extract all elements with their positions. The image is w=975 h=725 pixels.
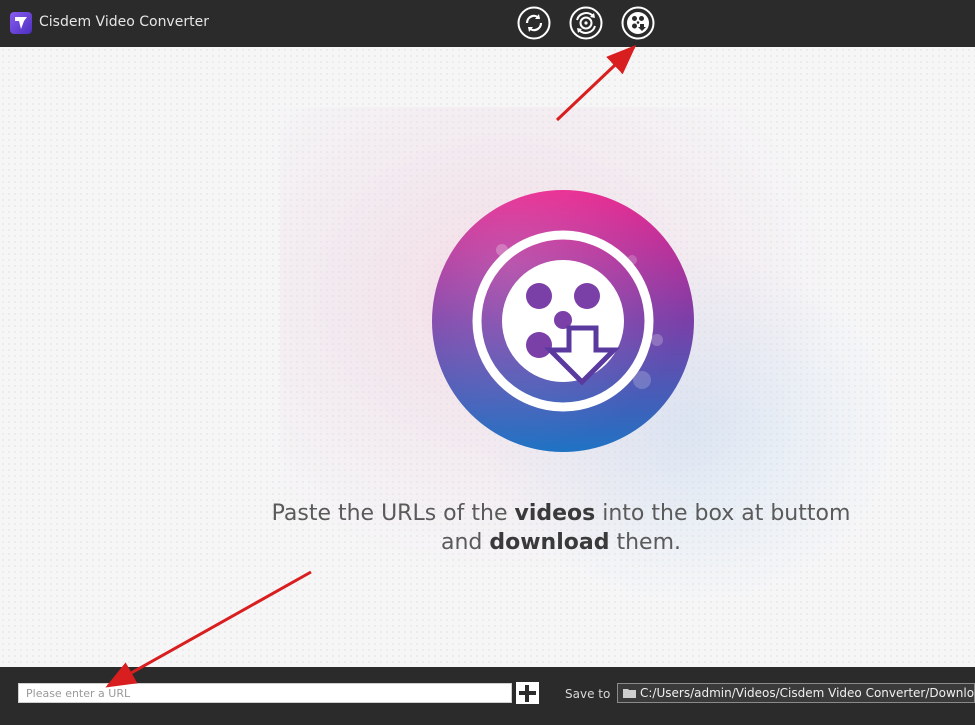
hint-middle: into the box at buttom [595,501,851,526]
title-bar: Cisdem Video Converter [0,0,975,47]
download-mode-button[interactable] [621,6,655,40]
app-logo-icon [10,12,32,34]
film-reel-download-icon [621,6,655,40]
video-download-logo-icon [432,190,694,452]
convert-icon [517,6,551,40]
hint-line2-prefix: and [440,530,490,555]
disc-convert-icon [569,6,603,40]
hint-bold-download: download [489,530,610,555]
add-url-button[interactable] [516,682,539,704]
app-window: Cisdem Video Converter Paste the URLs of… [0,0,975,725]
download-drop-area: Paste the URLs of the videos into the bo… [0,47,975,667]
save-path-field[interactable]: C:/Users/admin/Videos/Cisdem Video Conve… [617,683,975,703]
dvd-rip-mode-button[interactable] [569,6,603,40]
url-input[interactable] [18,683,512,703]
hint-bold-videos: videos [514,501,596,526]
save-path-text: C:/Users/admin/Videos/Cisdem Video Conve… [640,686,975,700]
download-hint-text: Paste the URLs of the videos into the bo… [200,499,922,557]
folder-icon [623,689,636,698]
bottom-bar: Save to C:/Users/admin/Videos/Cisdem Vid… [0,667,975,725]
convert-mode-button[interactable] [517,6,551,40]
app-title: Cisdem Video Converter [39,14,209,30]
hint-prefix: Paste the URLs of the [271,501,515,526]
hint-suffix: them. [609,530,682,555]
save-to-label: Save to [565,687,611,701]
